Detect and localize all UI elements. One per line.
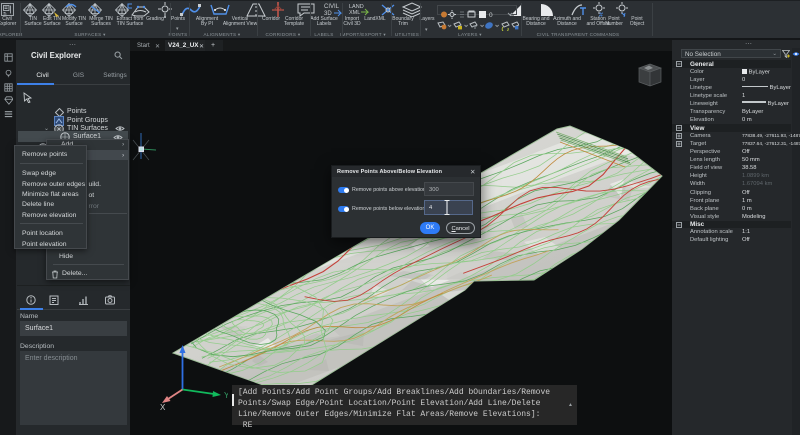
svg-text:X: X <box>160 403 166 410</box>
svg-text:3D: 3D <box>324 11 332 17</box>
svg-text:XML: XML <box>349 10 360 16</box>
svg-text:#: # <box>599 12 603 17</box>
svg-text:Y: Y <box>224 391 228 400</box>
svg-text:CIVIL: CIVIL <box>324 4 340 10</box>
